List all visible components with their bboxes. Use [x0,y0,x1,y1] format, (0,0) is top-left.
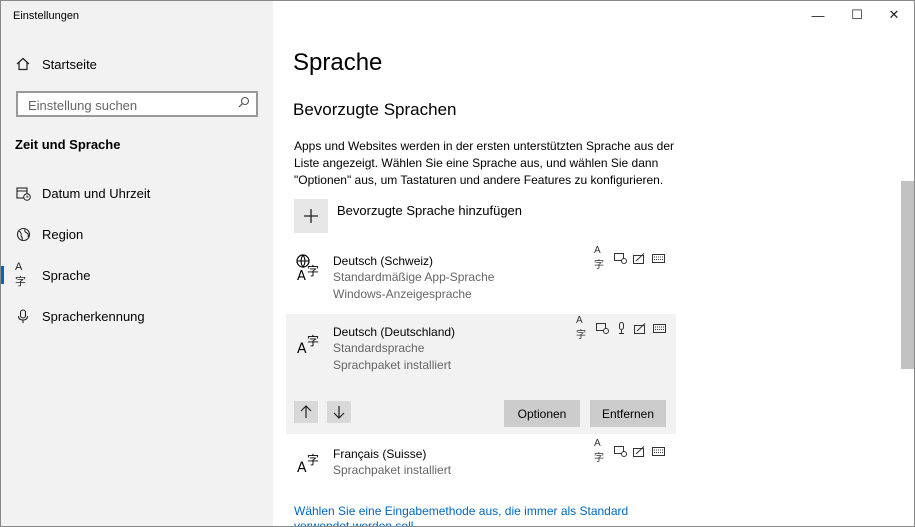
sidebar-item-spracherkennung[interactable]: Spracherkennung [1,299,273,333]
sidebar-item-label: Region [42,226,84,242]
language-name: Français (Suisse) [333,447,427,461]
language-name: Deutsch (Schweiz) [333,254,434,268]
sidebar: Einstellungen Startseite Zeit und Sprach… [1,1,273,526]
microphone-icon [614,322,628,334]
handwriting-icon [633,322,647,334]
add-language-button[interactable]: Bevorzugte Sprache hinzufügen [294,199,674,235]
microphone-icon [15,308,31,324]
sidebar-item-label: Sprache [42,267,91,283]
sidebar-item-home[interactable]: Startseite [1,47,273,81]
window-title: Einstellungen [13,10,80,22]
sidebar-item-datum-uhrzeit[interactable]: Datum und Uhrzeit [1,176,273,210]
search-box[interactable] [16,91,258,117]
language-detail: Sprachpaket installiert [333,463,452,477]
search-icon[interactable] [238,96,250,111]
language-item-de-ch[interactable]: A字 Deutsch (Schweiz) Standardmäßige App-… [286,241,676,309]
sidebar-item-label: Startseite [42,56,97,72]
arrow-up-icon [300,405,312,418]
handwriting-icon [632,445,646,457]
language-item-fr-ch[interactable]: A字 Français (Suisse) Sprachpaket install… [286,437,676,489]
language-features: A字 [594,438,665,464]
language-item-de-de[interactable]: A字 Deutsch (Deutschland) Standardsprache… [286,314,676,434]
language-pack-icon: A字 [594,438,604,464]
arrow-down-icon [333,406,345,419]
globe-icon [15,226,31,242]
svg-text:A: A [297,460,307,475]
svg-text:A: A [297,341,307,356]
move-up-button[interactable] [294,401,318,423]
language-pack-icon: A字 [594,245,604,271]
add-language-label: Bevorzugte Sprache hinzufügen [337,203,523,218]
language-pack-icon: A字 [296,447,324,479]
language-features: A字 [594,245,665,271]
search-input[interactable] [26,96,230,114]
language-pack-icon: A字 [296,328,324,360]
svg-text:A: A [297,269,306,283]
svg-text:字: 字 [307,333,319,348]
move-down-button[interactable] [327,401,351,423]
svg-text:字: 字 [307,263,319,278]
description-text: Apps und Websites werden in der ersten u… [294,139,674,187]
language-icon: A字 [15,261,26,288]
plus-icon [294,199,328,233]
speech-icon [613,445,627,457]
handwriting-icon [632,252,646,264]
sidebar-item-label: Datum und Uhrzeit [42,185,151,201]
sidebar-item-region[interactable]: Region [1,217,273,251]
language-features: A字 [576,315,666,341]
language-detail: Standardmäßige App-Sprache [333,270,495,284]
language-name: Deutsch (Deutschland) [333,325,456,339]
section-heading: Zeit und Sprache [15,137,121,152]
settings-window: Einstellungen Startseite Zeit und Sprach… [0,0,915,527]
input-method-link[interactable]: Wählen Sie eine Eingabemethode aus, die … [294,504,654,526]
language-detail: Sprachpaket installiert [333,358,452,372]
sidebar-item-sprache[interactable]: A字 Sprache [1,258,273,292]
options-button[interactable]: Optionen [504,400,580,427]
page-title: Sprache [293,49,383,76]
speech-icon [595,322,609,334]
language-globe-icon: A字 [296,253,324,285]
language-detail: Standardsprache [333,341,425,355]
language-detail: Windows-Anzeigesprache [333,287,472,301]
section-title: Bevorzugte Sprachen [293,100,457,119]
keyboard-icon [651,445,665,457]
calendar-clock-icon [15,185,31,201]
speech-icon [613,252,627,264]
scrollbar-thumb[interactable] [901,181,914,369]
main-content: Sprache Bevorzugte Sprachen Apps und Web… [273,1,901,526]
home-icon [15,56,31,72]
keyboard-icon [651,252,665,264]
language-pack-icon: A字 [576,315,586,341]
remove-button[interactable]: Entfernen [590,400,666,427]
keyboard-icon [652,322,666,334]
svg-text:字: 字 [307,452,319,467]
sidebar-item-label: Spracherkennung [42,308,145,324]
